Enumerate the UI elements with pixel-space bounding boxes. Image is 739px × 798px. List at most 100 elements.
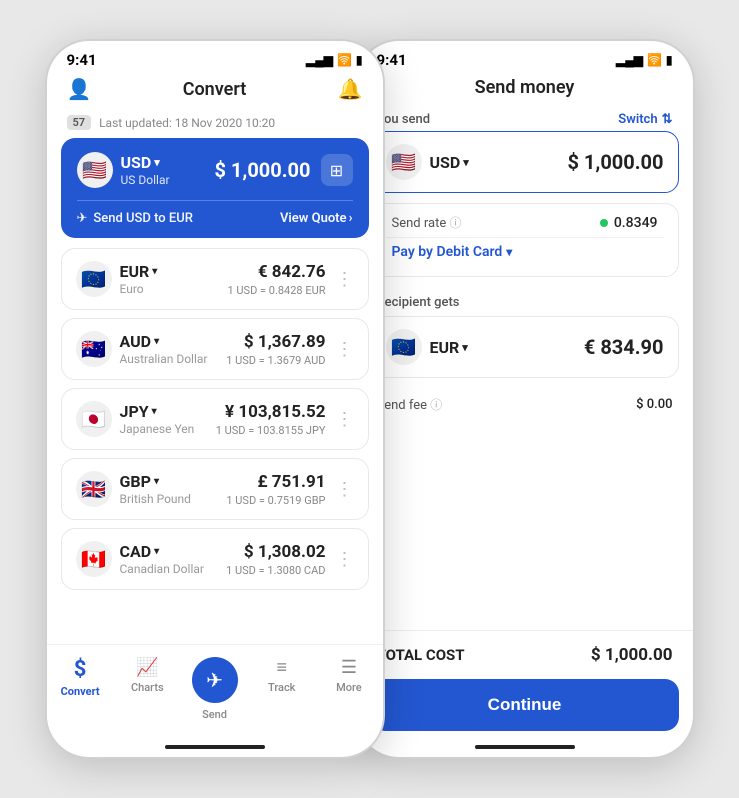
rate-cad: 1 USD = 1.3080 CAD [226, 564, 325, 577]
name-cad: Canadian Dollar [120, 562, 204, 576]
list-item[interactable]: 🇦🇺 AUD ▾ Australian Dollar $ 1,367.89 1 … [61, 318, 369, 380]
status-bar-right: 9:41 ▂▄▆ 🛜 ▮ [357, 41, 693, 73]
you-send-label: You send [377, 112, 431, 127]
nav-label-more: More [336, 681, 362, 694]
code-cad: CAD ▾ [120, 542, 204, 561]
nav-item-send[interactable]: ✈ Send [181, 653, 248, 725]
currency-name-selected: US Dollar [121, 173, 170, 187]
nav-item-convert[interactable]: $ Convert [47, 653, 114, 725]
nav-label-charts: Charts [131, 681, 164, 694]
convert-nav-icon: $ [74, 657, 87, 682]
nav-label-convert: Convert [61, 685, 100, 698]
flag-eur: 🇪🇺 [76, 261, 112, 297]
name-eur: Euro [120, 282, 158, 296]
send-nav-button[interactable]: ✈ [192, 657, 238, 703]
amount-jpy: ¥ 103,815.52 [216, 402, 326, 422]
signal-icon: ▂▄▆ [306, 53, 333, 67]
status-bar-left: 9:41 ▂▄▆ 🛜 ▮ [47, 41, 383, 73]
currency-code-selected: USD ▾ [121, 153, 170, 172]
signal-icon-right: ▂▄▆ [616, 53, 643, 67]
send-currency-code: USD ▾ [430, 153, 469, 172]
name-aud: Australian Dollar [120, 352, 208, 366]
total-cost-bar: TOTAL COST $ 1,000.00 [357, 630, 693, 679]
code-aud: AUD ▾ [120, 332, 208, 351]
header-right: Send money [357, 73, 693, 108]
send-label[interactable]: ✈ Send USD to EUR [77, 211, 193, 226]
total-cost-label: TOTAL COST [377, 646, 465, 664]
code-gbp: GBP ▾ [120, 472, 191, 491]
info-icon-fee: ⓘ [430, 398, 442, 412]
bell-icon[interactable]: 🔔 [338, 77, 363, 101]
selected-currency-card[interactable]: 🇺🇸 USD ▾ US Dollar $ 1,000.00 ⊞ [61, 138, 369, 238]
pay-by-row[interactable]: Pay by Debit Card ▾ [372, 238, 678, 272]
code-jpy: JPY ▾ [120, 402, 195, 421]
battery-icon-right: ▮ [666, 53, 673, 67]
flag-usd-selected: 🇺🇸 [77, 152, 113, 188]
green-dot-icon [600, 219, 608, 227]
recipient-gets-label: Recipient gets [357, 287, 693, 316]
more-icon-eur[interactable]: ⋮ [336, 269, 354, 290]
list-item[interactable]: 🇬🇧 GBP ▾ British Pound £ 751.91 1 USD = … [61, 458, 369, 520]
header-left: 👤 Convert 🔔 [47, 73, 383, 111]
currency-list: 🇪🇺 EUR ▾ Euro € 842.76 1 USD = 0.8428 EU… [47, 248, 383, 644]
home-indicator-right [475, 745, 575, 749]
bottom-nav: $ Convert 📈 Charts ✈ Send ≡ Track ☰ More [47, 644, 383, 745]
pay-by-label: Pay by Debit Card [392, 244, 503, 260]
amount-eur: € 842.76 [228, 262, 326, 282]
wifi-icon: 🛜 [337, 53, 352, 67]
name-jpy: Japanese Yen [120, 422, 195, 436]
nav-item-track[interactable]: ≡ Track [248, 653, 315, 725]
profile-icon[interactable]: 👤 [67, 77, 92, 101]
send-rate-label: Send rate ⓘ [392, 214, 462, 231]
page-title-right: Send money [475, 77, 575, 98]
more-icon-cad[interactable]: ⋮ [336, 549, 354, 570]
code-eur: EUR ▾ [120, 262, 158, 281]
view-quote-button[interactable]: View Quote › [280, 211, 353, 226]
more-nav-icon: ☰ [341, 657, 357, 678]
home-indicator-left [165, 745, 265, 749]
rate-aud: 1 USD = 1.3679 AUD [226, 354, 325, 367]
name-gbp: British Pound [120, 492, 191, 506]
wifi-icon-right: 🛜 [647, 53, 662, 67]
charts-nav-icon: 📈 [136, 657, 158, 678]
track-nav-icon: ≡ [276, 657, 287, 678]
nav-label-track: Track [268, 681, 295, 694]
recipient-currency-card[interactable]: 🇪🇺 EUR ▾ € 834.90 [371, 316, 679, 378]
time-left: 9:41 [67, 51, 97, 69]
list-item[interactable]: 🇯🇵 JPY ▾ Japanese Yen ¥ 103,815.52 1 USD… [61, 388, 369, 450]
flag-usd-send: 🇺🇸 [386, 144, 422, 180]
update-badge: 57 [67, 115, 92, 130]
list-item[interactable]: 🇨🇦 CAD ▾ Canadian Dollar $ 1,308.02 1 US… [61, 528, 369, 590]
flag-eur-recipient: 🇪🇺 [386, 329, 422, 365]
send-currency-card[interactable]: 🇺🇸 USD ▾ $ 1,000.00 [371, 131, 679, 193]
list-item[interactable]: 🇪🇺 EUR ▾ Euro € 842.76 1 USD = 0.8428 EU… [61, 248, 369, 310]
calculator-icon[interactable]: ⊞ [321, 154, 353, 186]
more-icon-gbp[interactable]: ⋮ [336, 479, 354, 500]
more-icon-jpy[interactable]: ⋮ [336, 409, 354, 430]
nav-item-charts[interactable]: 📈 Charts [114, 653, 181, 725]
battery-icon: ▮ [356, 53, 363, 67]
recipient-currency-code: EUR ▾ [430, 338, 468, 357]
amount-gbp: £ 751.91 [226, 472, 325, 492]
total-cost-value: $ 1,000.00 [591, 645, 673, 665]
you-send-header: You send Switch ⇅ [357, 108, 693, 131]
flag-gbp: 🇬🇧 [76, 471, 112, 507]
switch-arrows-icon: ⇅ [662, 112, 673, 127]
chevron-down-icon: ▾ [506, 245, 512, 259]
status-icons-right: ▂▄▆ 🛜 ▮ [616, 53, 673, 67]
send-fee-row: Send fee ⓘ $ 0.00 [357, 388, 693, 421]
update-text: Last updated: 18 Nov 2020 10:20 [99, 116, 275, 130]
flag-jpy: 🇯🇵 [76, 401, 112, 437]
flag-cad: 🇨🇦 [76, 541, 112, 577]
update-bar: 57 Last updated: 18 Nov 2020 10:20 [47, 111, 383, 138]
nav-item-more[interactable]: ☰ More [315, 653, 382, 725]
switch-button[interactable]: Switch ⇅ [618, 112, 672, 127]
rate-jpy: 1 USD = 103.8155 JPY [216, 424, 326, 437]
continue-button[interactable]: Continue [371, 679, 679, 731]
amount-cad: $ 1,308.02 [226, 542, 325, 562]
amount-aud: $ 1,367.89 [226, 332, 325, 352]
send-rate-row: Send rate ⓘ 0.8349 [372, 208, 678, 237]
rate-eur: 1 USD = 0.8428 EUR [228, 284, 326, 297]
page-title-left: Convert [183, 79, 247, 100]
more-icon-aud[interactable]: ⋮ [336, 339, 354, 360]
